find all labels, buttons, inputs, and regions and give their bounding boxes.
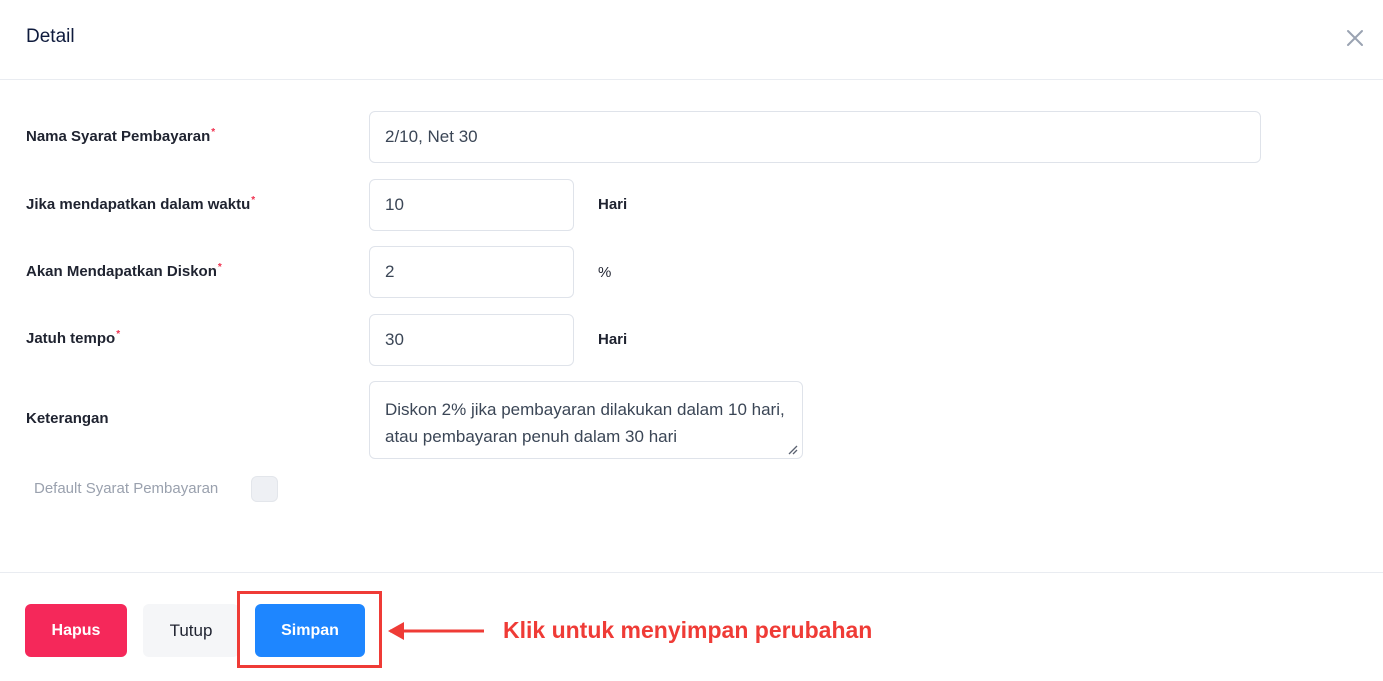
discount-unit: % <box>598 264 612 281</box>
due-date-unit: Hari <box>598 331 628 348</box>
payment-term-name-label-text: Nama Syarat Pembayaran <box>26 128 211 145</box>
payment-term-name-label: Nama Syarat Pembayaran* <box>26 127 216 146</box>
due-date-label: Jatuh tempo* <box>26 329 121 348</box>
close-button[interactable]: Tutup <box>143 604 239 657</box>
annotation-text: Klik untuk menyimpan perubahan <box>503 617 873 643</box>
modal-title: Detail <box>26 26 75 47</box>
discount-within-label-text: Jika mendapatkan dalam waktu <box>26 196 251 213</box>
discount-label-text: Akan Mendapatkan Diskon <box>26 263 217 280</box>
description-label: Keterangan <box>26 410 109 427</box>
footer-divider <box>0 572 1383 573</box>
resize-handle-icon[interactable] <box>786 443 798 455</box>
payment-term-name-input[interactable] <box>369 111 1261 163</box>
required-mark: * <box>116 329 121 340</box>
modal-header: Detail <box>0 0 1383 80</box>
arrow-left-icon <box>388 622 484 640</box>
due-date-label-text: Jatuh tempo <box>26 330 116 347</box>
description-textarea[interactable]: Diskon 2% jika pembayaran dilakukan dala… <box>369 381 803 459</box>
close-icon[interactable] <box>1343 26 1367 50</box>
required-mark: * <box>217 262 222 273</box>
discount-label: Akan Mendapatkan Diskon* <box>26 262 222 281</box>
due-date-input[interactable] <box>369 314 574 366</box>
detail-modal: Detail Nama Syarat Pembayaran* Jika mend… <box>0 0 1383 681</box>
discount-within-unit: Hari <box>598 196 628 213</box>
default-term-label: Default Syarat Pembayaran <box>34 480 219 497</box>
delete-button[interactable]: Hapus <box>25 604 127 657</box>
default-term-checkbox[interactable] <box>251 476 278 502</box>
discount-within-input[interactable] <box>369 179 574 231</box>
required-mark: * <box>211 127 216 138</box>
required-mark: * <box>251 195 256 206</box>
discount-within-label: Jika mendapatkan dalam waktu* <box>26 195 256 214</box>
save-highlight-box <box>237 591 382 668</box>
discount-input[interactable] <box>369 246 574 298</box>
